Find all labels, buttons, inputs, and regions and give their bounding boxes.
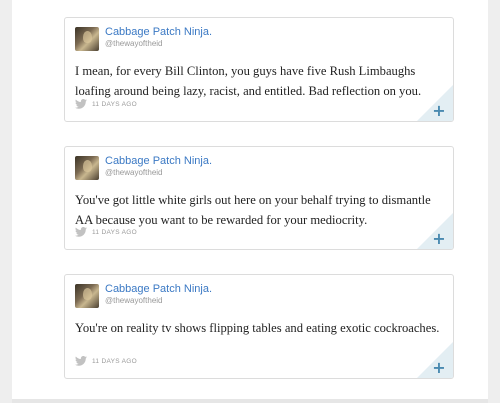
tweet-meta: 11 DAYS AGO (75, 227, 137, 237)
tweet-text: I mean, for every Bill Clinton, you guys… (75, 64, 422, 98)
plus-icon[interactable]: + (432, 360, 446, 376)
author-name[interactable]: Cabbage Patch Ninja. (105, 26, 212, 38)
tweet-timestamp[interactable]: 11 DAYS AGO (92, 229, 137, 236)
tweet-card: Cabbage Patch Ninja. @thewayoftheid You'… (64, 274, 454, 379)
avatar[interactable] (75, 156, 99, 180)
twitter-bird-icon (75, 356, 87, 366)
tweet-text: You've got little white girls out here o… (75, 193, 431, 227)
tweet-meta: 11 DAYS AGO (75, 99, 137, 109)
tweet-meta: 11 DAYS AGO (75, 356, 137, 366)
plus-icon[interactable]: + (432, 231, 446, 247)
tweet-card: Cabbage Patch Ninja. @thewayoftheid I me… (64, 17, 454, 122)
avatar[interactable] (75, 284, 99, 308)
author-handle[interactable]: @thewayoftheid (105, 296, 163, 305)
tweet-timestamp[interactable]: 11 DAYS AGO (92, 101, 137, 108)
tweet-card: Cabbage Patch Ninja. @thewayoftheid You'… (64, 146, 454, 250)
author-name[interactable]: Cabbage Patch Ninja. (105, 283, 212, 295)
author-handle[interactable]: @thewayoftheid (105, 39, 163, 48)
tweet-feed: Cabbage Patch Ninja. @thewayoftheid I me… (12, 0, 488, 403)
twitter-bird-icon (75, 99, 87, 109)
plus-icon[interactable]: + (432, 103, 446, 119)
tweet-timestamp[interactable]: 11 DAYS AGO (92, 358, 137, 365)
twitter-bird-icon (75, 227, 87, 237)
author-handle[interactable]: @thewayoftheid (105, 168, 163, 177)
author-name[interactable]: Cabbage Patch Ninja. (105, 155, 212, 167)
tweet-text: You're on reality tv shows flipping tabl… (75, 321, 440, 335)
avatar[interactable] (75, 27, 99, 51)
